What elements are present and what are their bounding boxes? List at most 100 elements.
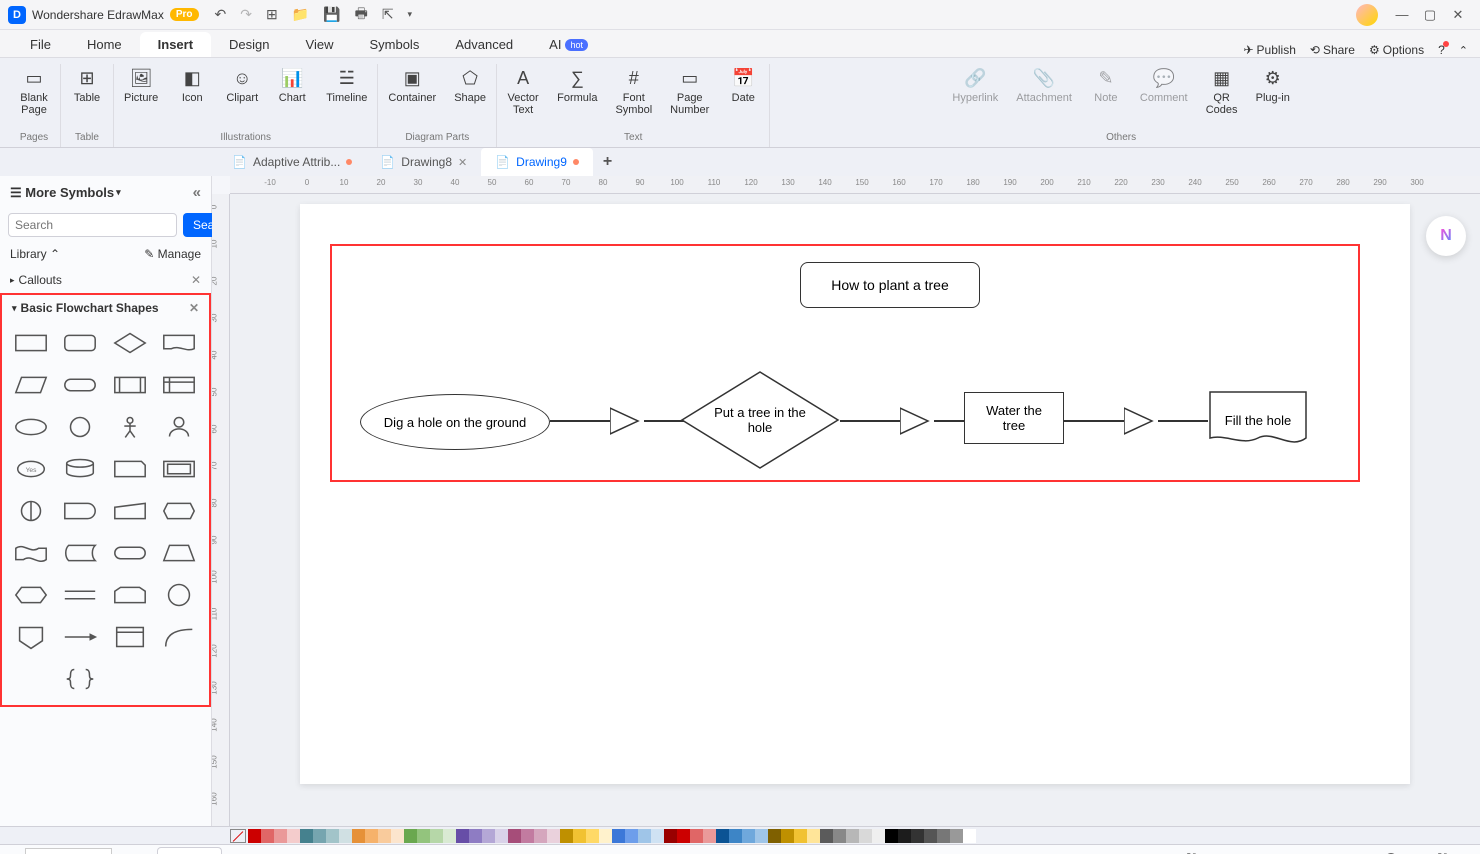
color-swatch[interactable]	[443, 829, 456, 843]
flow-step-dig[interactable]: Dig a hole on the ground	[360, 394, 550, 450]
shape-brace[interactable]	[59, 663, 101, 695]
color-swatch[interactable]	[690, 829, 703, 843]
flow-step-fill[interactable]: Fill the hole	[1208, 390, 1308, 450]
vector-text-button[interactable]: AVector Text	[503, 64, 543, 118]
undo-icon[interactable]: ↶	[215, 6, 227, 23]
blank-page-button[interactable]: ▭Blank Page	[14, 64, 54, 118]
color-swatch[interactable]	[729, 829, 742, 843]
picture-button[interactable]: 🖼Picture	[120, 64, 162, 106]
shape-manual[interactable]	[109, 495, 151, 527]
shape-user[interactable]	[158, 411, 200, 443]
shape-circle[interactable]	[59, 411, 101, 443]
color-swatch[interactable]	[300, 829, 313, 843]
color-swatch[interactable]	[898, 829, 911, 843]
shape-database[interactable]	[59, 453, 101, 485]
options-button[interactable]: ⚙ Options	[1369, 43, 1424, 57]
shape-yes[interactable]: Yes	[10, 453, 52, 485]
shape-rect[interactable]	[10, 327, 52, 359]
color-swatch[interactable]	[417, 829, 430, 843]
color-swatch[interactable]	[677, 829, 690, 843]
color-swatch[interactable]	[937, 829, 950, 843]
page-number-button[interactable]: ▭Page Number	[666, 64, 713, 118]
color-swatch[interactable]	[352, 829, 365, 843]
minimize-button[interactable]: —	[1388, 7, 1416, 22]
shape-connector[interactable]	[10, 495, 52, 527]
color-swatch[interactable]	[638, 829, 651, 843]
color-swatch[interactable]	[430, 829, 443, 843]
color-swatch[interactable]	[612, 829, 625, 843]
color-swatch[interactable]	[404, 829, 417, 843]
color-swatch[interactable]	[573, 829, 586, 843]
page[interactable]: How to plant a tree Dig a hole on the gr…	[300, 204, 1410, 784]
color-swatch[interactable]	[261, 829, 274, 843]
shape-diamond[interactable]	[109, 327, 151, 359]
color-swatch[interactable]	[313, 829, 326, 843]
color-swatch[interactable]	[833, 829, 846, 843]
save-icon[interactable]: 💾	[323, 6, 340, 23]
tab-advanced[interactable]: Advanced	[437, 32, 531, 57]
collapse-panel-icon[interactable]: «	[193, 184, 201, 201]
maximize-button[interactable]: ▢	[1416, 7, 1444, 23]
font-symbol-button[interactable]: #Font Symbol	[611, 64, 656, 118]
flow-connector[interactable]	[1064, 420, 1124, 422]
shape-arrow[interactable]	[59, 621, 101, 653]
color-swatch[interactable]	[339, 829, 352, 843]
search-input[interactable]	[8, 213, 177, 237]
close-section-icon[interactable]: ✕	[191, 273, 201, 287]
shape-display[interactable]	[158, 495, 200, 527]
container-button[interactable]: ▣Container	[384, 64, 440, 106]
tab-file[interactable]: File	[12, 32, 69, 57]
no-fill-swatch[interactable]	[230, 829, 246, 843]
canvas[interactable]: How to plant a tree Dig a hole on the gr…	[230, 194, 1480, 826]
color-swatch[interactable]	[599, 829, 612, 843]
color-swatch[interactable]	[794, 829, 807, 843]
shape-button[interactable]: ⬠Shape	[450, 64, 490, 106]
color-swatch[interactable]	[716, 829, 729, 843]
color-swatch[interactable]	[885, 829, 898, 843]
color-swatch[interactable]	[820, 829, 833, 843]
shape-subprocess[interactable]	[109, 369, 151, 401]
shape-parallelogram[interactable]	[10, 369, 52, 401]
shape-circle2[interactable]	[158, 579, 200, 611]
shape-internal-storage[interactable]	[158, 369, 200, 401]
flow-step-put-tree[interactable]: Put a tree in the hole	[680, 370, 840, 470]
color-swatch[interactable]	[560, 829, 573, 843]
shape-card[interactable]	[109, 453, 151, 485]
color-swatch[interactable]	[924, 829, 937, 843]
color-swatch[interactable]	[547, 829, 560, 843]
qr-button[interactable]: ▦QR Codes	[1202, 64, 1242, 118]
color-swatch[interactable]	[391, 829, 404, 843]
user-avatar[interactable]	[1356, 4, 1378, 26]
clipart-button[interactable]: ☺Clipart	[222, 64, 262, 106]
flow-connector[interactable]	[840, 420, 900, 422]
publish-button[interactable]: ✈ Publish	[1243, 43, 1295, 57]
color-swatch[interactable]	[482, 829, 495, 843]
color-swatch[interactable]	[326, 829, 339, 843]
color-swatch[interactable]	[950, 829, 963, 843]
color-swatch[interactable]	[768, 829, 781, 843]
shape-loop[interactable]	[109, 579, 151, 611]
color-swatch[interactable]	[508, 829, 521, 843]
manage-button[interactable]: ✎ Manage	[144, 247, 201, 261]
color-swatch[interactable]	[521, 829, 534, 843]
open-icon[interactable]: 📁	[292, 6, 309, 23]
color-swatch[interactable]	[963, 829, 976, 843]
collapse-ribbon-icon[interactable]: ⌃	[1459, 44, 1468, 57]
shape-trapezoid[interactable]	[158, 537, 200, 569]
date-button[interactable]: 📅Date	[723, 64, 763, 106]
section-callouts[interactable]: ▸Callouts ✕	[0, 267, 211, 293]
shape-arc[interactable]	[158, 621, 200, 653]
section-basic-flowchart[interactable]: ▾Basic Flowchart Shapes ✕	[0, 293, 211, 321]
doctab-adaptive[interactable]: 📄Adaptive Attrib...	[218, 148, 366, 176]
color-swatch[interactable]	[534, 829, 547, 843]
color-swatch[interactable]	[846, 829, 859, 843]
color-swatch[interactable]	[651, 829, 664, 843]
doctab-drawing8[interactable]: 📄Drawing8✕	[366, 148, 481, 176]
note-button[interactable]: ✎Note	[1086, 64, 1126, 106]
flow-title-box[interactable]: How to plant a tree	[800, 262, 980, 308]
close-section-icon[interactable]: ✕	[189, 301, 199, 315]
redo-icon[interactable]: ↷	[240, 6, 252, 23]
print-icon[interactable]: 🖶	[355, 3, 368, 27]
shape-tape[interactable]	[10, 537, 52, 569]
plugin-button[interactable]: ⚙Plug-in	[1252, 64, 1294, 106]
